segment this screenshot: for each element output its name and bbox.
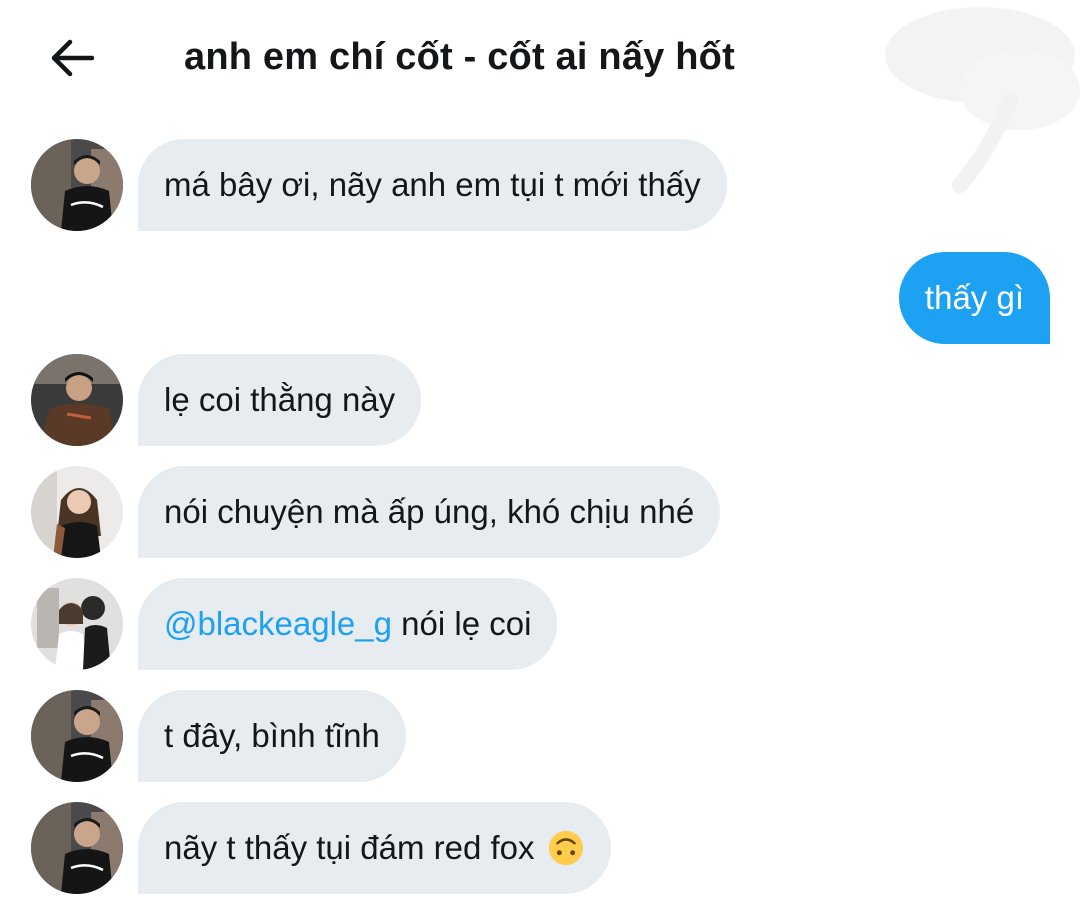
message-row: lẹ coi thằng này	[0, 354, 1080, 446]
conversation-title: anh em chí cốt - cốt ai nấy hốt	[184, 36, 735, 78]
message-text: nãy t thấy tụi đám red fox	[164, 829, 535, 866]
incoming-message-bubble[interactable]: má bây ơi, nãy anh em tụi t mới thấy	[138, 139, 727, 231]
avatar[interactable]	[31, 466, 123, 558]
message-row: nói chuyện mà ấp úng, khó chịu nhé	[0, 466, 1080, 558]
message-row: t đây, bình tĩnh	[0, 690, 1080, 782]
message-text: thấy gì	[924, 279, 1024, 316]
message-row: nãy t thấy tụi đám red fox	[0, 802, 1080, 894]
avatar[interactable]	[31, 578, 123, 670]
incoming-message-bubble[interactable]: t đây, bình tĩnh	[138, 690, 406, 782]
incoming-message-bubble[interactable]: nãy t thấy tụi đám red fox	[138, 802, 611, 894]
avatar[interactable]	[31, 354, 123, 446]
incoming-message-bubble[interactable]: nói chuyện mà ấp úng, khó chịu nhé	[138, 466, 721, 558]
message-text: nói chuyện mà ấp úng, khó chịu nhé	[164, 493, 695, 530]
conversation-header: anh em chí cốt - cốt ai nấy hốt	[0, 0, 1080, 193]
upside-down-face-emoji	[548, 830, 583, 866]
message-row: má bây ơi, nãy anh em tụi t mới thấy	[0, 139, 1080, 231]
outgoing-message-bubble[interactable]: thấy gì	[898, 252, 1050, 344]
back-button[interactable]	[44, 30, 100, 86]
arrow-left-icon	[51, 39, 94, 77]
message-text: t đây, bình tĩnh	[164, 717, 380, 754]
incoming-message-bubble[interactable]: @blackeagle_g nói lẹ coi	[138, 578, 558, 670]
avatar[interactable]	[31, 690, 123, 782]
avatar[interactable]	[31, 139, 123, 231]
incoming-message-bubble[interactable]: lẹ coi thằng này	[138, 354, 422, 446]
avatar[interactable]	[31, 802, 123, 894]
message-text: má bây ơi, nãy anh em tụi t mới thấy	[164, 166, 701, 203]
message-text: lẹ coi thằng này	[164, 381, 396, 418]
message-row: @blackeagle_g nói lẹ coi	[0, 578, 1080, 670]
dm-conversation-screen: anh em chí cốt - cốt ai nấy hốt má bây ơ…	[0, 0, 1080, 899]
message-text: nói lẹ coi	[392, 605, 532, 642]
mention-link[interactable]: @blackeagle_g	[164, 605, 392, 642]
